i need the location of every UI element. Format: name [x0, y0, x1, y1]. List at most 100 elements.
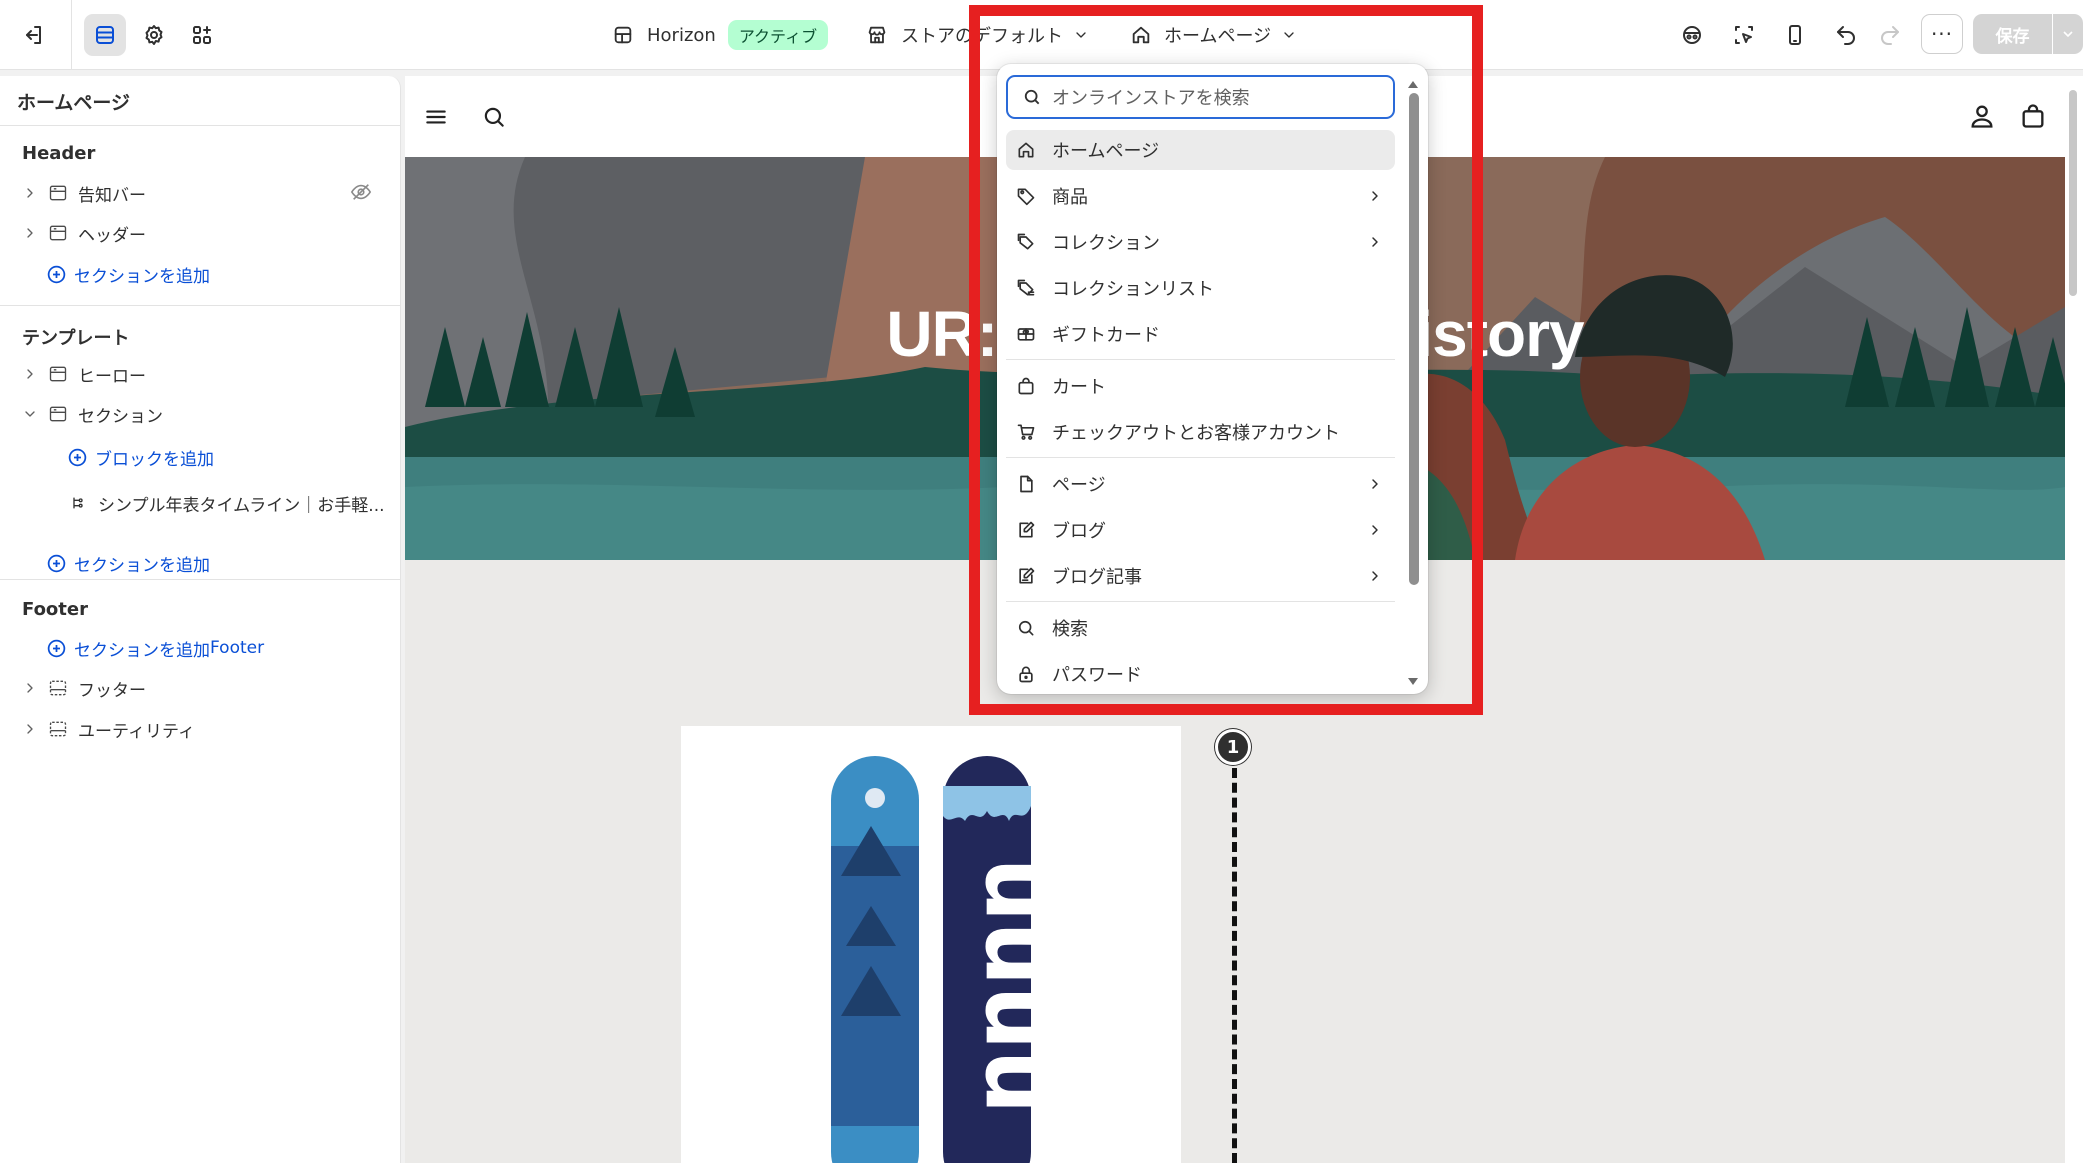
eye-hidden-icon[interactable]	[350, 181, 372, 203]
apps-icon[interactable]	[181, 14, 223, 56]
menu-item-products[interactable]: 商品	[1006, 176, 1395, 216]
menu-item-label: パスワード	[1052, 665, 1142, 686]
chevron-right-icon	[1372, 237, 1378, 247]
inspector-icon[interactable]	[1671, 14, 1713, 56]
sidebar-item-label: シンプル年表タイムライン｜お手軽...	[98, 495, 385, 516]
divider	[1006, 457, 1395, 458]
menu-item-label: 検索	[1052, 619, 1088, 640]
store-icon	[868, 26, 886, 44]
save-button[interactable]: 保存	[1973, 14, 2052, 54]
redo-icon[interactable]	[1869, 14, 1911, 56]
menu-item-search[interactable]: 検索	[1006, 608, 1395, 648]
menu-item-label: ブログ記事	[1052, 567, 1142, 588]
timeline-marker[interactable]: 1	[1215, 729, 1251, 765]
search-icon	[1024, 89, 1040, 105]
menu-item-label: チェックアウトとお客様アカウント	[1052, 423, 1340, 444]
sidebar-item-label: フッター	[78, 680, 146, 701]
section-icon	[49, 721, 67, 737]
store-default-selector[interactable]: ストアのデフォルト	[866, 18, 1089, 52]
search-placeholder: オンラインストアを検索	[1052, 88, 1250, 109]
theme-selector[interactable]: Horizon アクティブ	[612, 18, 829, 52]
mobile-preview-icon[interactable]	[1774, 14, 1816, 56]
section-icon	[49, 680, 67, 696]
menu-item-label: ホームページ	[1052, 141, 1160, 162]
product-image-card[interactable]: uuuu	[681, 726, 1181, 1163]
preview-scrollbar-thumb[interactable]	[2069, 90, 2077, 296]
menu-item-pages[interactable]: ページ	[1006, 464, 1395, 504]
menu-item-checkout[interactable]: チェックアウトとお客様アカウント	[1006, 412, 1395, 452]
sidebar-item-timeline-block[interactable]: シンプル年表タイムライン｜お手軽...	[70, 488, 385, 518]
add-section-button[interactable]: セクションを追加	[46, 548, 210, 578]
search-icon[interactable]	[481, 104, 507, 130]
sidebar-item-header[interactable]: ヘッダー	[22, 218, 146, 248]
menu-item-label: 商品	[1052, 187, 1088, 208]
sidebar-item-utility[interactable]: ユーティリティ	[22, 714, 195, 744]
search-input[interactable]: オンラインストアを検索	[1006, 75, 1395, 119]
sidebar-item-label: ヒーロー	[78, 366, 146, 387]
sidebar-item-footer[interactable]: フッター	[22, 673, 146, 703]
menu-item-blog[interactable]: ブログ	[1006, 510, 1395, 550]
chevron-right-icon	[1372, 525, 1378, 535]
exit-icon[interactable]	[12, 14, 54, 56]
sidebar-item-label: ユーティリティ	[78, 721, 195, 742]
save-options-button[interactable]	[2053, 14, 2083, 54]
menu-item-collections[interactable]: コレクション	[1006, 222, 1395, 262]
sidebar-item-section[interactable]: セクション	[22, 399, 163, 429]
menu-item-collection-list[interactable]: コレクションリスト	[1006, 268, 1395, 308]
more-actions-button[interactable]: ···	[1921, 14, 1963, 54]
menu-item-label: コレクション	[1052, 233, 1160, 254]
sections-icon[interactable]	[84, 14, 126, 56]
chevron-down-icon	[1076, 32, 1086, 38]
chevron-down-icon	[2063, 31, 2073, 38]
menu-item-password[interactable]: パスワード	[1006, 654, 1395, 694]
top-bar: Horizon アクティブ ストアのデフォルト ホームページ ··· 保存	[0, 0, 2083, 70]
sidebar: ホームページ Header 告知バー ヘッダー セクションを追加 テンプレート …	[0, 76, 401, 1163]
chevron-down-icon	[1284, 32, 1294, 38]
dropdown-scrollbar-thumb[interactable]	[1409, 93, 1419, 585]
collection-list-icon	[1017, 279, 1035, 296]
sidebar-item-announcement-bar[interactable]: 告知バー	[22, 178, 146, 208]
add-section-label: セクションを追加	[74, 555, 210, 576]
page-icon	[1020, 475, 1033, 493]
home-icon	[1132, 26, 1150, 44]
chevron-right-icon	[1372, 571, 1378, 581]
menu-item-label: ギフトカード	[1052, 325, 1160, 346]
menu-item-gift-card[interactable]: ギフトカード	[1006, 314, 1395, 354]
select-cursor-icon[interactable]	[1723, 14, 1765, 56]
menu-item-blog-post[interactable]: ブログ記事	[1006, 556, 1395, 596]
menu-item-label: コレクションリスト	[1052, 279, 1214, 300]
gift-card-icon	[1017, 328, 1035, 341]
page-selector[interactable]: ホームページ	[1130, 18, 1297, 52]
header-group-title: Header	[22, 143, 96, 164]
sidebar-item-label: ヘッダー	[78, 225, 146, 246]
menu-item-home[interactable]: ホームページ	[1006, 130, 1395, 170]
add-block-button[interactable]: ブロックを追加	[67, 442, 214, 472]
collection-icon	[1017, 233, 1034, 250]
page-selector-dropdown: オンラインストアを検索 ホームページ 商品 コレクション コレクションリスト ギ…	[997, 64, 1428, 694]
cart-icon	[1017, 424, 1035, 440]
menu-item-cart[interactable]: カート	[1006, 366, 1395, 406]
add-block-label: ブロックを追加	[95, 449, 214, 470]
menu-icon[interactable]	[423, 104, 449, 130]
sidebar-item-label: 告知バー	[78, 185, 146, 206]
section-icon	[49, 406, 67, 422]
section-icon	[49, 185, 67, 201]
bag-icon[interactable]	[2019, 102, 2047, 130]
chevron-right-icon	[27, 228, 33, 238]
account-icon[interactable]	[1968, 102, 1996, 130]
plus-circle-icon	[47, 554, 66, 572]
add-section-button[interactable]: セクションを追加 Footer	[46, 633, 264, 663]
store-default-label: ストアのデフォルト	[901, 26, 1063, 47]
undo-icon[interactable]	[1825, 14, 1867, 56]
add-section-button[interactable]: セクションを追加	[46, 259, 210, 289]
theme-name: Horizon	[647, 24, 716, 46]
lock-icon	[1019, 666, 1033, 683]
sidebar-item-hero[interactable]: ヒーロー	[22, 359, 146, 389]
chevron-right-icon	[1372, 191, 1378, 201]
plus-circle-icon	[47, 639, 66, 657]
chevron-down-icon	[25, 411, 35, 417]
section-icon	[49, 366, 67, 382]
gear-icon[interactable]	[133, 14, 175, 56]
divider	[0, 125, 401, 126]
chevron-right-icon	[27, 369, 33, 379]
